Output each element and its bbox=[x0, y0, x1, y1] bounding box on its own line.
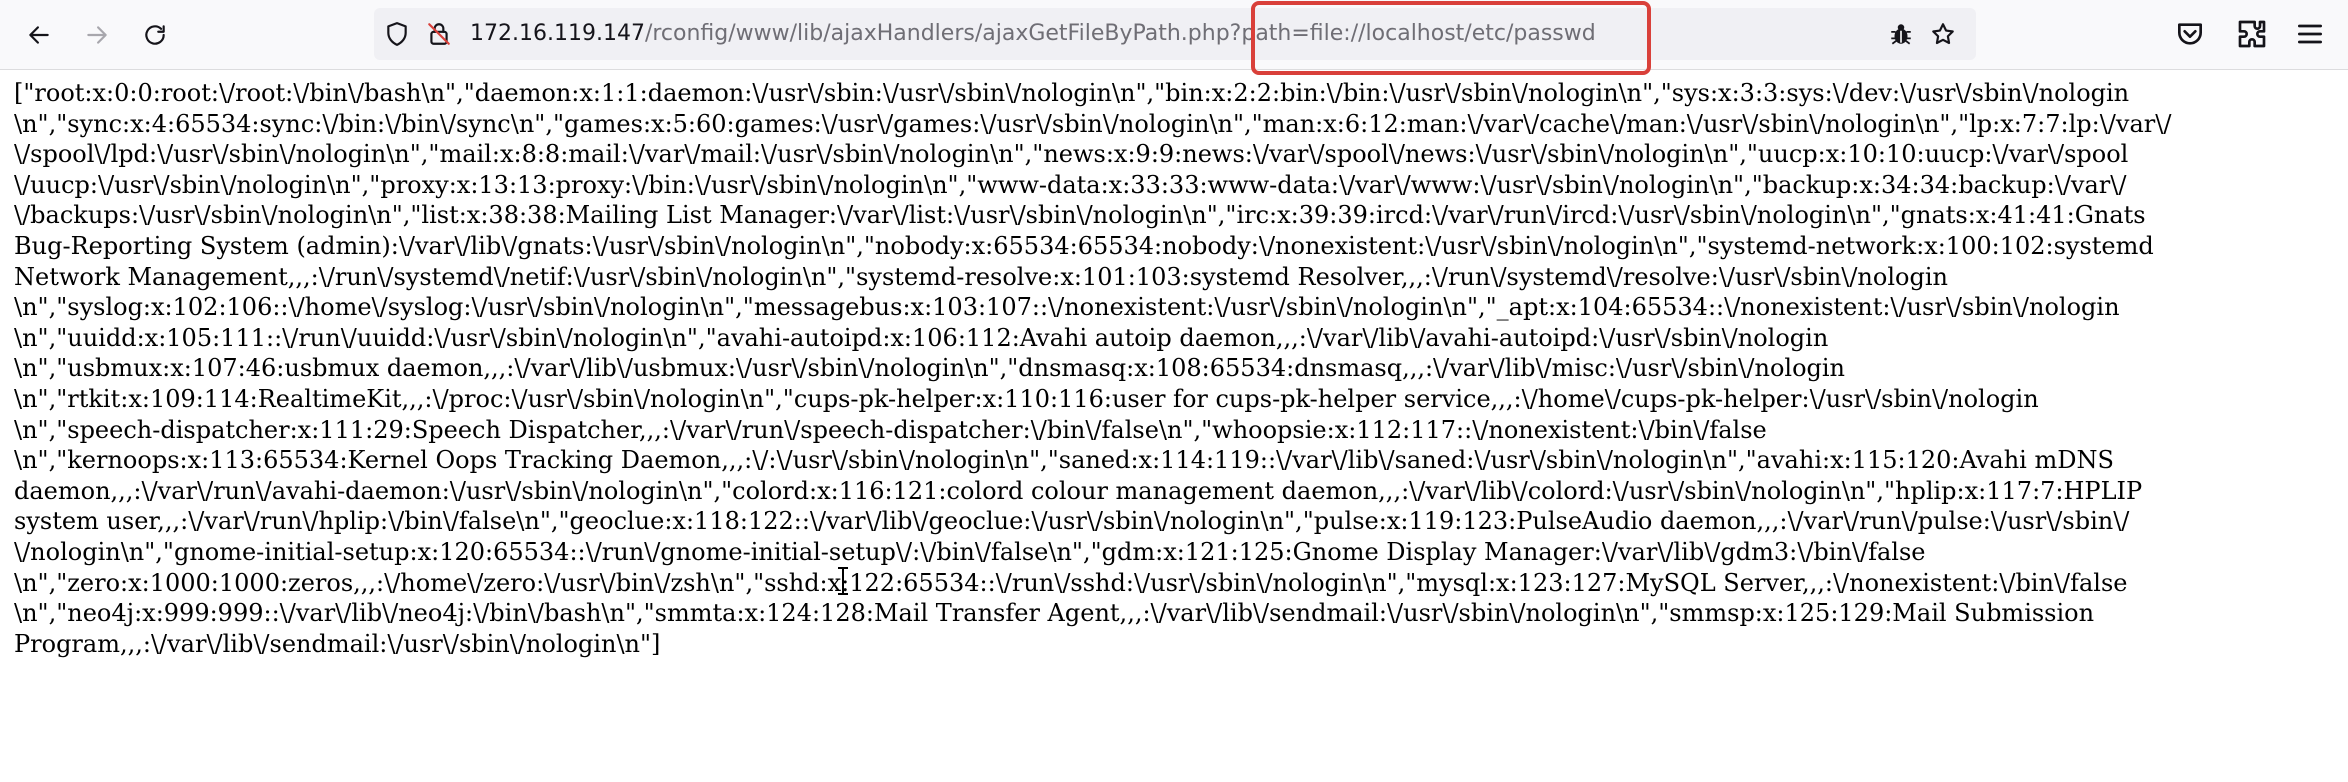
response-line: system user,,,:\/var\/run\/hplip:\/bin\/… bbox=[14, 507, 2130, 536]
browser-toolbar: 172.16.119.147/rconfig/www/lib/ajaxHandl… bbox=[0, 0, 2348, 75]
url-text[interactable]: 172.16.119.147/rconfig/www/lib/ajaxHandl… bbox=[470, 8, 1596, 60]
response-line: \/nologin\n","gnome-initial-setup:x:120:… bbox=[14, 537, 1926, 566]
insecure-lock-icon[interactable] bbox=[426, 21, 452, 47]
forward-button[interactable] bbox=[76, 14, 118, 56]
reload-button[interactable] bbox=[134, 14, 176, 56]
response-line: Network Management,,,:\/run\/systemd\/ne… bbox=[14, 262, 1948, 291]
response-line: ["root:x:0:0:root:\/root:\/bin\/bash\n",… bbox=[14, 79, 2130, 107]
response-line: \n","speech-dispatcher:x:111:29:Speech D… bbox=[14, 415, 1767, 444]
reload-icon bbox=[145, 25, 165, 45]
response-line: Program,,,:\/var\/lib\/sendmail:\/usr\/s… bbox=[14, 629, 661, 658]
response-line: \n","usbmux:x:107:46:usbmux daemon,,,:\/… bbox=[14, 354, 1846, 383]
response-line: \n","syslog:x:102:106::\/home\/syslog:\/… bbox=[14, 293, 2120, 322]
response-line: \n","uuidd:x:105:111::\/run\/uuidd:\/usr… bbox=[14, 323, 1829, 352]
response-line: \n","kernoops:x:113:65534:Kernel Oops Tr… bbox=[14, 446, 2114, 475]
response-line: \/uucp:\/usr\/sbin\/nologin\n","proxy:x:… bbox=[14, 170, 2127, 199]
tracking-protection-shield-icon[interactable] bbox=[384, 21, 410, 47]
arrow-left-icon bbox=[29, 26, 49, 44]
back-button[interactable] bbox=[18, 14, 60, 56]
response-line: \/backups:\/usr\/sbin\/nologin\n","list:… bbox=[14, 201, 2146, 230]
star-icon[interactable] bbox=[1930, 21, 1956, 47]
bug-extension-icon[interactable] bbox=[1888, 21, 1914, 47]
response-line: \n","neo4j:x:999:999::\/var\/lib\/neo4j:… bbox=[14, 599, 2095, 628]
menu-icon[interactable] bbox=[2294, 18, 2326, 50]
response-body: ["root:x:0:0:root:\/root:\/bin\/bash\n",… bbox=[14, 78, 2324, 659]
response-line: \/spool\/lpd:\/usr\/sbin\/nologin\n","ma… bbox=[14, 140, 2129, 169]
response-line: \n","sync:x:4:65534:sync:\/bin:\/bin\/sy… bbox=[14, 109, 2172, 138]
extensions-icon[interactable] bbox=[2236, 18, 2268, 50]
url-host: 172.16.119.147 bbox=[470, 21, 645, 46]
response-line: \n","rtkit:x:109:114:RealtimeKit,,,:\/pr… bbox=[14, 384, 2039, 413]
pocket-icon[interactable] bbox=[2174, 18, 2206, 50]
url-path: /rconfig/www/lib/ajaxHandlers/ajaxGetFil… bbox=[644, 21, 1596, 46]
address-bar[interactable]: 172.16.119.147/rconfig/www/lib/ajaxHandl… bbox=[374, 8, 1976, 60]
response-line: \n","zero:x:1000:1000:zeros,,,:\/home\/z… bbox=[14, 568, 2128, 597]
response-line: daemon,,,:\/var\/run\/avahi-daemon:\/usr… bbox=[14, 476, 2143, 505]
arrow-right-icon bbox=[87, 26, 107, 44]
response-line: Bug-Reporting System (admin):\/var\/lib\… bbox=[14, 231, 2154, 260]
